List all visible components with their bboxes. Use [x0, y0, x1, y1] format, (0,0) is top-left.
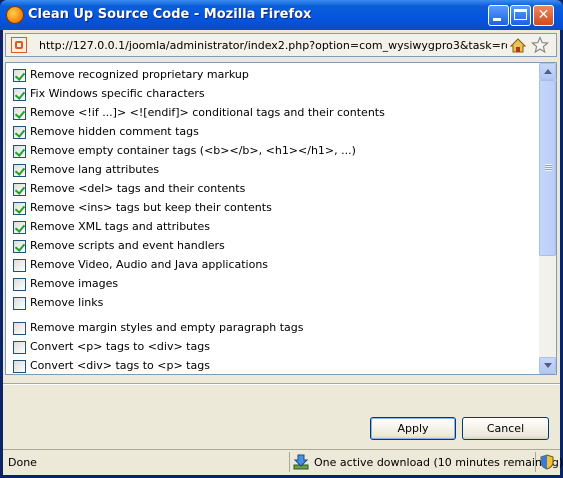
- option-checkbox[interactable]: [13, 297, 26, 310]
- apply-button[interactable]: Apply: [370, 417, 456, 440]
- divider: [3, 383, 560, 385]
- shield-icon[interactable]: [539, 454, 555, 470]
- option-label[interactable]: Remove links: [30, 296, 103, 309]
- option-checkbox[interactable]: [13, 341, 26, 354]
- option-checkbox[interactable]: [13, 69, 26, 82]
- option-label[interactable]: Remove images: [30, 277, 118, 290]
- maximize-button[interactable]: [510, 5, 531, 26]
- option-checkbox[interactable]: [13, 145, 26, 158]
- option-checkbox[interactable]: [13, 259, 26, 272]
- option-label[interactable]: Remove Video, Audio and Java application…: [30, 258, 268, 271]
- browser-window: Clean Up Source Code - Mozilla Firefox ✕…: [0, 0, 563, 478]
- maximize-icon: [514, 9, 527, 20]
- download-status[interactable]: One active download (10 minutes remainin…: [314, 456, 563, 469]
- option-label[interactable]: Convert <p> tags to <div> tags: [30, 340, 210, 353]
- chevron-up-icon: [544, 69, 552, 74]
- joomla-site-icon: [11, 37, 27, 53]
- option-label[interactable]: Fix Windows specific characters: [30, 87, 205, 100]
- title-bar[interactable]: Clean Up Source Code - Mozilla Firefox ✕: [0, 0, 563, 30]
- status-text: Done: [8, 456, 37, 469]
- close-button[interactable]: ✕: [533, 5, 554, 26]
- status-divider: [535, 452, 536, 472]
- minimize-button[interactable]: [488, 5, 509, 26]
- minimize-icon: [493, 18, 501, 21]
- option-label[interactable]: Remove XML tags and attributes: [30, 220, 210, 233]
- option-label[interactable]: Remove recognized proprietary markup: [30, 68, 249, 81]
- url-text[interactable]: http://127.0.0.1/joomla/administrator/in…: [39, 39, 507, 52]
- option-label[interactable]: Remove <del> tags and their contents: [30, 182, 245, 195]
- option-label[interactable]: Remove scripts and event handlers: [30, 239, 225, 252]
- location-bar[interactable]: http://127.0.0.1/joomla/administrator/in…: [5, 33, 557, 57]
- option-checkbox[interactable]: [13, 240, 26, 253]
- vertical-scrollbar[interactable]: [539, 63, 556, 374]
- option-checkbox[interactable]: [13, 183, 26, 196]
- option-label[interactable]: Convert <div> tags to <p> tags: [30, 359, 210, 372]
- star-icon[interactable]: [531, 36, 549, 54]
- grip-icon: [545, 164, 552, 171]
- option-label[interactable]: Remove <!if ...]> <![endif]> conditional…: [30, 106, 385, 119]
- download-icon[interactable]: [293, 454, 309, 470]
- option-checkbox[interactable]: [13, 360, 26, 373]
- option-label[interactable]: Remove lang attributes: [30, 163, 159, 176]
- close-icon: ✕: [537, 7, 550, 23]
- options-list[interactable]: Convert <div> tags to <p> tags Convert <p…: [5, 62, 557, 375]
- option-label[interactable]: Remove hidden comment tags: [30, 125, 199, 138]
- option-label[interactable]: Remove empty container tags (<b></b>, <h…: [30, 144, 356, 157]
- option-checkbox[interactable]: [13, 278, 26, 291]
- option-checkbox[interactable]: [13, 126, 26, 139]
- option-label[interactable]: Remove <ins> tags but keep their content…: [30, 201, 272, 214]
- option-checkbox[interactable]: [13, 88, 26, 101]
- chevron-down-icon: [544, 363, 552, 368]
- scroll-thumb[interactable]: [539, 80, 556, 256]
- status-bar: Done One active download (10 minutes rem…: [3, 449, 563, 475]
- option-checkbox[interactable]: [13, 107, 26, 120]
- dialog-client-area: http://127.0.0.1/joomla/administrator/in…: [3, 30, 563, 475]
- window-title: Clean Up Source Code - Mozilla Firefox: [28, 7, 312, 22]
- option-checkbox[interactable]: [13, 164, 26, 177]
- cancel-button[interactable]: Cancel: [462, 417, 549, 440]
- option-checkbox[interactable]: [13, 322, 26, 335]
- home-icon[interactable]: [510, 38, 526, 53]
- option-checkbox[interactable]: [13, 221, 26, 234]
- firefox-icon: [6, 6, 24, 24]
- scroll-down-button[interactable]: [539, 357, 556, 374]
- scroll-up-button[interactable]: [539, 63, 556, 80]
- option-label[interactable]: Remove margin styles and empty paragraph…: [30, 321, 303, 334]
- status-divider: [289, 452, 290, 472]
- option-checkbox[interactable]: [13, 202, 26, 215]
